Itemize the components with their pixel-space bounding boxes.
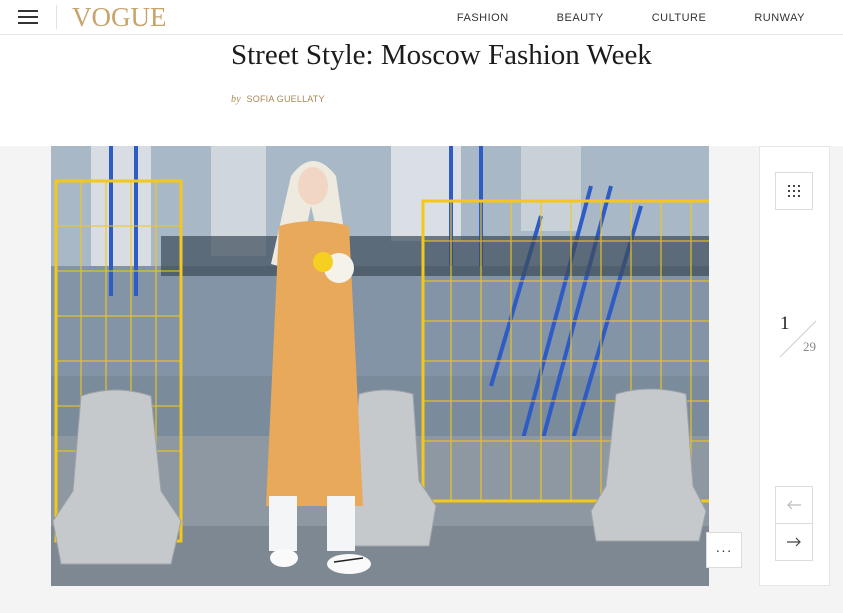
article-title: Street Style: Moscow Fashion Week xyxy=(231,39,652,71)
street-style-photo-illustration xyxy=(51,146,709,586)
top-navigation-bar: VOGUE FASHION BEAUTY CULTURE RUNWAY xyxy=(0,0,843,35)
author-name[interactable]: SOFIA GUELLATY xyxy=(247,94,325,104)
nav-beauty[interactable]: BEAUTY xyxy=(557,12,604,24)
arrow-left-icon xyxy=(787,500,801,510)
byline-prefix: by xyxy=(231,94,241,105)
more-options-button[interactable]: ··· xyxy=(706,532,742,568)
vogue-logo[interactable]: VOGUE xyxy=(72,3,167,31)
byline: by SOFIA GUELLATY xyxy=(231,94,325,105)
slide-total: 29 xyxy=(803,339,816,354)
nav-culture[interactable]: CULTURE xyxy=(652,12,707,24)
nav-fashion[interactable]: FASHION xyxy=(457,12,509,24)
header-divider xyxy=(56,5,57,29)
grid-icon xyxy=(788,185,800,197)
grid-view-button[interactable] xyxy=(775,172,813,210)
main-nav: FASHION BEAUTY CULTURE RUNWAY xyxy=(457,0,805,35)
previous-slide-button[interactable] xyxy=(775,486,813,524)
gallery-rail: 1 29 xyxy=(759,146,830,586)
menu-icon[interactable] xyxy=(18,10,38,24)
arrow-right-icon xyxy=(787,537,801,547)
gallery-photo[interactable] xyxy=(51,146,709,586)
next-slide-button[interactable] xyxy=(775,523,813,561)
nav-runway[interactable]: RUNWAY xyxy=(754,12,805,24)
